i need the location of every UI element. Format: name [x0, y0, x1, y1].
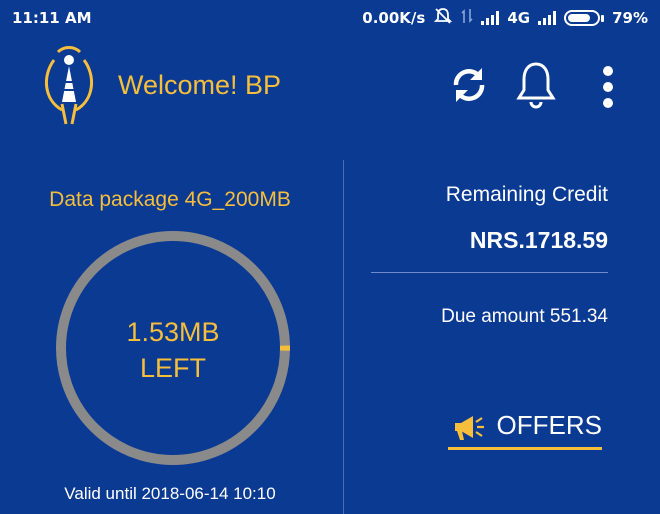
due-amount: Due amount 551.34	[441, 306, 608, 327]
app-header: Welcome! BP	[0, 36, 660, 136]
offers-button[interactable]: OFFERS	[448, 404, 602, 450]
notifications-button[interactable]	[513, 58, 559, 112]
remaining-amount: 1.53MB	[126, 317, 220, 347]
package-title: Data package 4G_200MB	[49, 188, 291, 211]
remaining-readout: 1.53MB LEFT	[55, 314, 291, 386]
refresh-icon	[453, 68, 485, 102]
more-options-button[interactable]	[592, 62, 624, 112]
credit-divider	[371, 272, 608, 273]
offers-label: OFFERS	[496, 410, 602, 440]
mute-icon	[433, 7, 453, 29]
remaining-credit-label: Remaining Credit	[445, 183, 608, 206]
megaphone-icon	[454, 415, 484, 440]
ntc-logo	[40, 42, 98, 130]
refresh-button[interactable]	[446, 62, 492, 108]
battery-percent: 79%	[612, 9, 648, 27]
data-arrows-icon	[461, 8, 473, 28]
status-icons: 0.00K/s 4G 79%	[362, 7, 648, 29]
valid-until: Valid until 2018-06-14 10:10	[64, 484, 276, 503]
signal-icon	[538, 11, 557, 25]
battery-icon	[564, 10, 605, 26]
net-speed: 0.00K/s	[362, 9, 426, 27]
welcome-text: Welcome! BP	[118, 70, 282, 100]
more-vert-icon	[603, 66, 613, 108]
remaining-label: LEFT	[139, 353, 206, 383]
column-divider	[343, 160, 344, 514]
status-bar: 11:11 AM 0.00K/s 4G 79%	[0, 0, 660, 36]
remaining-credit-value: NRS.1718.59	[469, 227, 608, 253]
network-type: 4G	[507, 9, 531, 27]
signal-icon	[481, 11, 500, 25]
bell-icon	[516, 62, 556, 109]
battery-fill	[568, 14, 591, 22]
status-time: 11:11 AM	[12, 9, 92, 27]
